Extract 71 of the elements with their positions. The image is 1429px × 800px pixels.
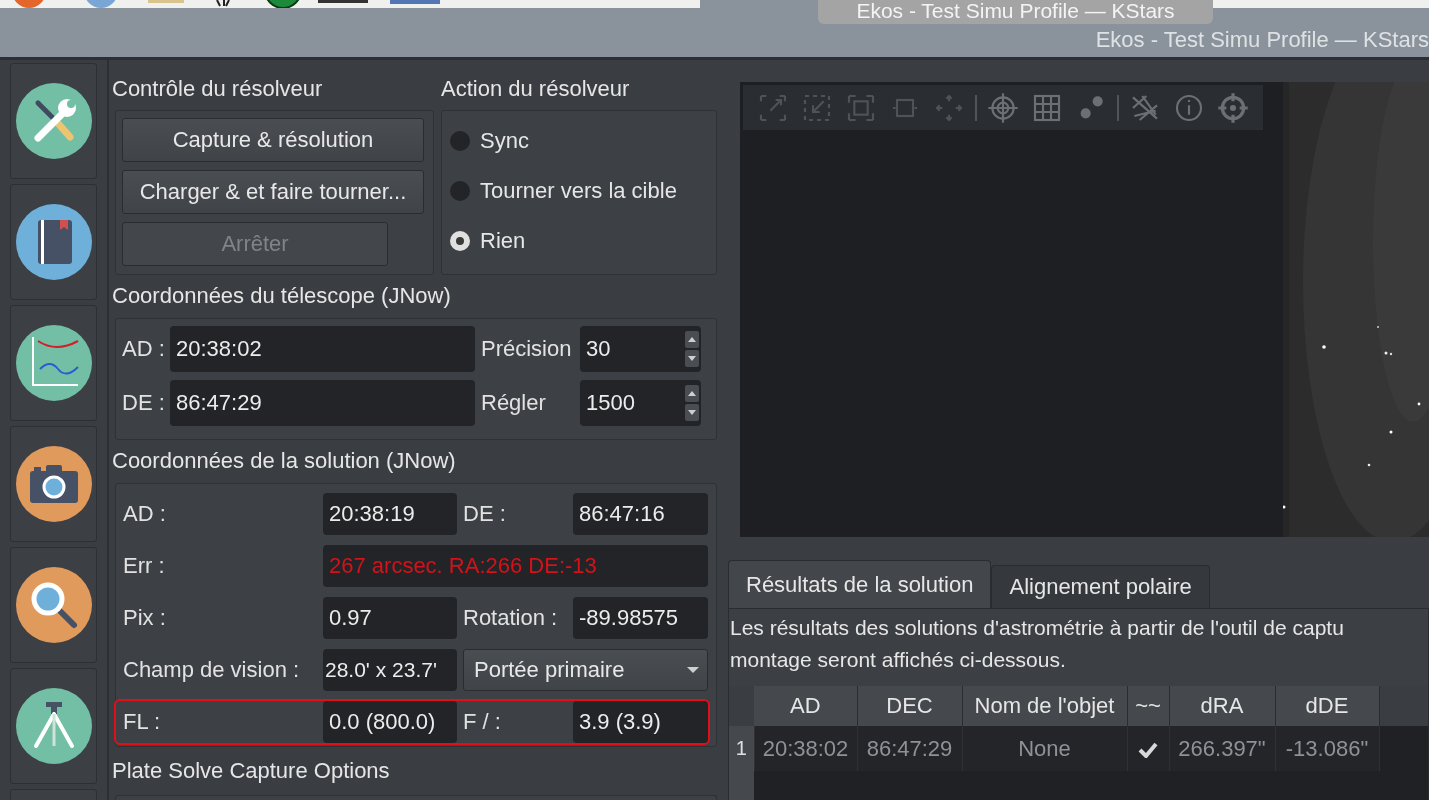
tab[interactable]: Alignement polaire (991, 565, 1210, 608)
spin-box[interactable]: 30 (580, 326, 701, 372)
solver-button[interactable]: Charger & et faire tourner... (122, 170, 424, 214)
tooltip: Ekos - Test Simu Profile — KStars (818, 0, 1213, 24)
module-tab[interactable] (10, 426, 97, 542)
table-cell: 266.397" (1169, 726, 1275, 771)
field-label: F / : (462, 709, 502, 735)
value-field: 3.9 (3.9) (573, 701, 708, 743)
table-cell: -13.086" (1275, 726, 1379, 771)
value-field: 86:47:16 (573, 493, 708, 535)
module-tab[interactable] (10, 184, 97, 300)
field-label: AD : (122, 336, 166, 362)
column-header[interactable]: AD (754, 686, 857, 726)
column-header[interactable]: Nom de l'objet (962, 686, 1127, 726)
caret-icon (687, 666, 699, 674)
group-title: Contrôle du résolveur (112, 78, 324, 100)
search-icon (15, 567, 92, 643)
module-tab[interactable] (10, 547, 97, 663)
column-header[interactable]: ~~ (1127, 686, 1169, 726)
module-tab[interactable] (10, 668, 97, 784)
check-icon (1138, 741, 1158, 758)
column-header[interactable]: dDE (1275, 686, 1379, 726)
value-field: 20:38:19 (323, 493, 457, 535)
field-label: Précision (480, 336, 573, 362)
field-label: AD : (123, 501, 167, 527)
coordinate-field[interactable]: 86:47:29 (170, 380, 475, 426)
field-label: Pix : (123, 605, 167, 631)
radio-button[interactable]: Tourner vers la cible (450, 168, 716, 214)
module-tab[interactable] (10, 305, 97, 421)
group-title: Coordonnées de la solution (JNow) (112, 450, 457, 472)
field-label: DE : (462, 501, 507, 527)
value-field: 0.0 (800.0) (323, 701, 457, 743)
tab[interactable]: Résultats de la solution (728, 560, 992, 608)
tools-icon (15, 83, 92, 159)
description-text: Les résultats des solutions d'astrométrie à partir de l'outil de captu montage seront affichés ci-dessous. (729, 615, 1345, 673)
table-cell: 86:47:29 (857, 726, 962, 771)
camera-icon (15, 446, 92, 522)
value-field: 28.0' x 23.7' (323, 649, 457, 691)
globe-icon[interactable] (84, 0, 118, 8)
coordinate-field[interactable]: 20:38:02 (170, 326, 475, 372)
group-title: Coordonnées du télescope (JNow) (112, 285, 452, 307)
field-label: DE : (122, 390, 166, 416)
value-field: 0.97 (323, 597, 457, 639)
spin-arrows-icon[interactable] (685, 385, 699, 421)
field-label: FL : (123, 709, 162, 735)
row-header[interactable]: 1 (729, 726, 754, 771)
radio-button[interactable]: Rien (450, 218, 716, 264)
dropdown[interactable]: Portée primaire (463, 649, 708, 691)
column-header[interactable]: DEC (857, 686, 962, 726)
group-title: Plate Solve Capture Options (112, 760, 391, 782)
field-label: Rotation : (462, 605, 559, 631)
spin-arrows-icon[interactable] (685, 331, 699, 367)
column-header[interactable]: dRA (1169, 686, 1275, 726)
group-title: Action du résolveur (441, 78, 631, 100)
book-icon (15, 204, 92, 280)
solver-button[interactable]: Capture & résolution (122, 118, 424, 162)
field-label: Champ de vision : (123, 657, 301, 683)
target-icon[interactable] (1217, 91, 1249, 124)
crosshair-icon[interactable] (987, 91, 1019, 124)
tripod-icon (15, 688, 92, 764)
field-label: Régler (480, 390, 547, 416)
field-label: Err : (123, 553, 166, 579)
spin-box[interactable]: 1500 (580, 380, 701, 426)
module-tab[interactable] (10, 63, 97, 179)
table-cell: None (962, 726, 1127, 771)
table-cell: 20:38:02 (754, 726, 857, 771)
radio-button[interactable]: Sync (450, 118, 716, 164)
value-field: -89.98575 (573, 597, 708, 639)
window-title: Ekos - Test Simu Profile — KStars (1095, 27, 1429, 53)
graph-icon (15, 325, 92, 401)
value-field: 267 arcsec. RA:266 DE:-13 (323, 545, 708, 587)
